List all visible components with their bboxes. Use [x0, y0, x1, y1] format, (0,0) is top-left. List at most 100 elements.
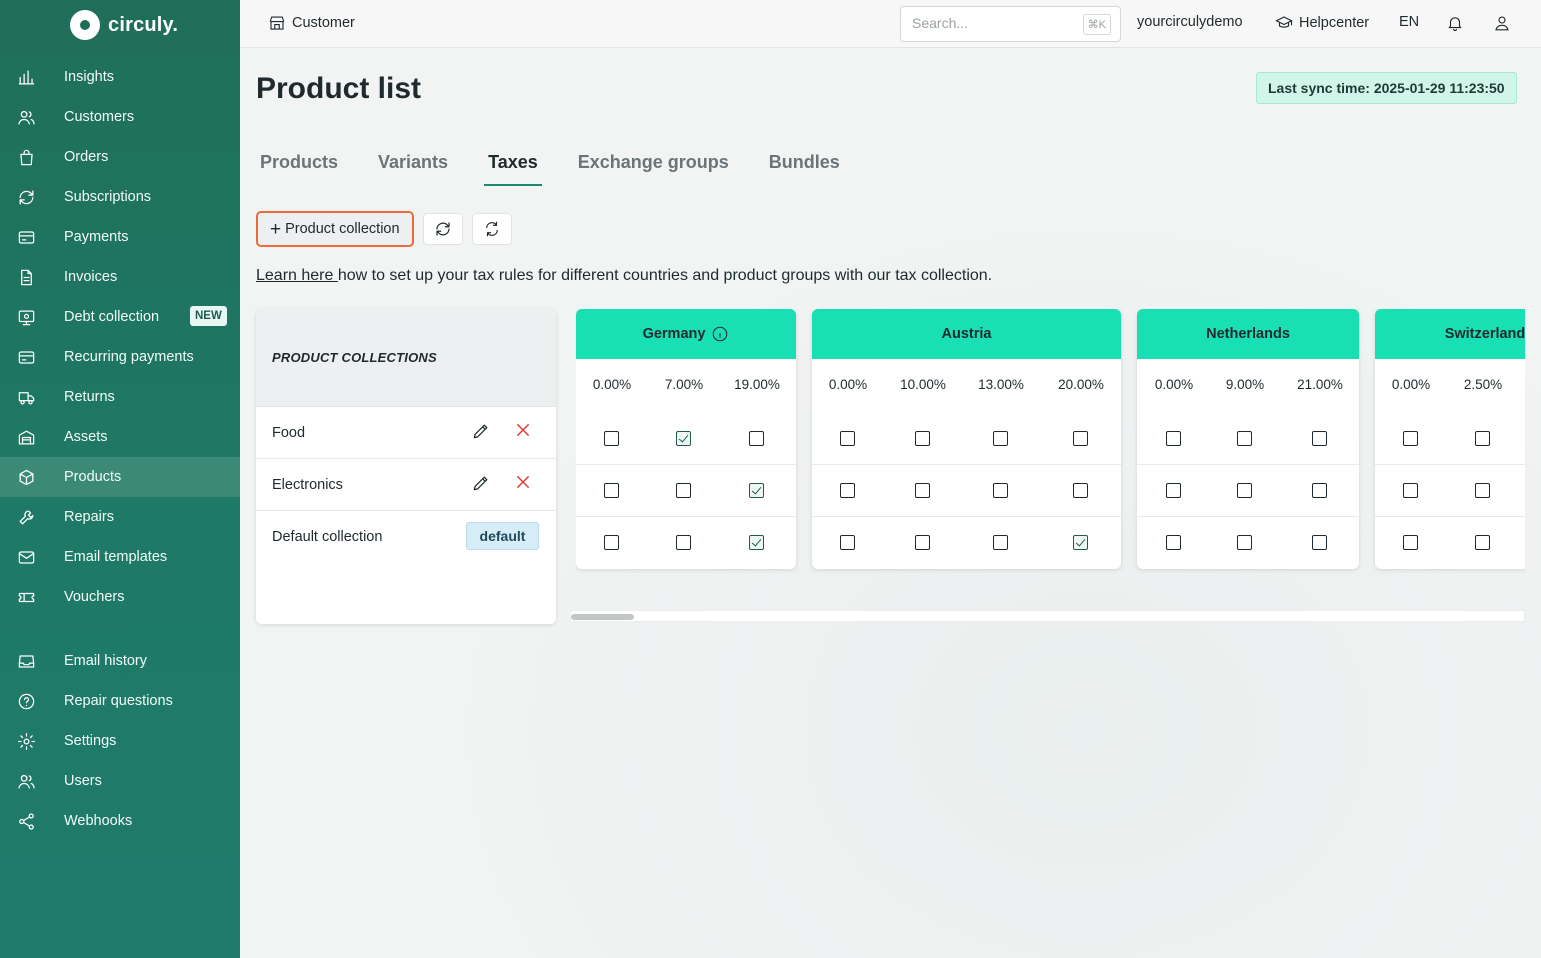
breadcrumb[interactable]: Customer: [268, 14, 355, 32]
sidebar-item-repair-questions[interactable]: Repair questions: [0, 681, 240, 721]
sync-button[interactable]: [422, 213, 463, 245]
tax-rates-row: 0.00% 9.00% 21.00%: [1137, 359, 1359, 411]
user-menu-button[interactable]: [1493, 14, 1511, 32]
tax-rate-checkbox[interactable]: [1312, 535, 1327, 550]
search-box[interactable]: ⌘K: [900, 6, 1121, 42]
tab-products[interactable]: Products: [256, 144, 342, 186]
sidebar-item-customers[interactable]: Customers: [0, 97, 240, 137]
tax-rate-checkbox[interactable]: [676, 431, 691, 446]
edit-collection-button[interactable]: [471, 473, 493, 495]
helpcenter-link[interactable]: Helpcenter: [1275, 14, 1369, 32]
tab-bundles[interactable]: Bundles: [765, 144, 844, 186]
sidebar-item-repairs[interactable]: Repairs: [0, 497, 240, 537]
tax-rate-checkbox[interactable]: [993, 535, 1008, 550]
tax-rate-checkbox[interactable]: [915, 535, 930, 550]
horizontal-scrollbar[interactable]: [570, 610, 1525, 622]
sidebar-item-vouchers[interactable]: Vouchers: [0, 577, 240, 617]
tax-rate-checkbox[interactable]: [1403, 535, 1418, 550]
store-icon: [269, 16, 285, 30]
sidebar-item-products[interactable]: Products: [0, 457, 240, 497]
tab-taxes[interactable]: Taxes: [484, 144, 542, 186]
credit-card-icon: [16, 347, 36, 367]
tax-rate-checkbox[interactable]: [840, 431, 855, 446]
tax-rate-checkbox[interactable]: [915, 431, 930, 446]
tax-rate-checkbox[interactable]: [1312, 431, 1327, 446]
delete-collection-button[interactable]: [514, 421, 536, 443]
sidebar-item-label: Recurring payments: [64, 349, 194, 365]
info-icon[interactable]: [711, 325, 729, 343]
delete-collection-button[interactable]: [514, 473, 536, 495]
account-switcher[interactable]: yourcirculydemo: [1137, 14, 1243, 30]
tab-variants[interactable]: Variants: [374, 144, 452, 186]
language-switcher[interactable]: EN: [1399, 14, 1419, 30]
learn-here-link[interactable]: Learn here: [256, 267, 338, 284]
tax-rate-checkbox[interactable]: [1403, 431, 1418, 446]
country-name: Netherlands: [1206, 326, 1290, 342]
tax-rate-checkbox[interactable]: [1475, 431, 1490, 446]
tax-check-row: [576, 465, 796, 517]
sidebar-item-payments[interactable]: Payments: [0, 217, 240, 257]
sidebar-item-settings[interactable]: Settings: [0, 721, 240, 761]
collection-row: Default collection default: [256, 511, 556, 563]
tax-rate-checkbox[interactable]: [604, 535, 619, 550]
resync-button[interactable]: [471, 213, 512, 245]
circuly-logo-icon: [70, 10, 100, 40]
scrollbar-thumb[interactable]: [571, 614, 634, 620]
tax-rate-checkbox[interactable]: [749, 535, 764, 550]
tax-rate-checkbox[interactable]: [1403, 483, 1418, 498]
add-product-collection-label: Product collection: [285, 221, 400, 237]
edit-collection-button[interactable]: [471, 421, 493, 443]
document-icon: [16, 267, 36, 287]
tax-rate-checkbox[interactable]: [749, 431, 764, 446]
sidebar-item-debt-collection[interactable]: Debt collection NEW: [0, 297, 240, 337]
tax-rate-checkbox[interactable]: [915, 483, 930, 498]
sidebar-item-subscriptions[interactable]: Subscriptions: [0, 177, 240, 217]
tax-rate-checkbox[interactable]: [840, 483, 855, 498]
tax-rate-checkbox[interactable]: [840, 535, 855, 550]
tax-rate-checkbox[interactable]: [1475, 535, 1490, 550]
sidebar-item-users[interactable]: Users: [0, 761, 240, 801]
product-collections-list: Food Electronics Default collection default: [256, 407, 556, 563]
sidebar-item-recurring-payments[interactable]: Recurring payments: [0, 337, 240, 377]
sidebar-item-email-templates[interactable]: Email templates: [0, 537, 240, 577]
brand-logo[interactable]: circuly.: [70, 10, 178, 40]
tab-exchange-groups[interactable]: Exchange groups: [574, 144, 733, 186]
tax-rate-checkbox[interactable]: [1166, 431, 1181, 446]
tax-rate-checkbox[interactable]: [1237, 483, 1252, 498]
sidebar-item-invoices[interactable]: Invoices: [0, 257, 240, 297]
tax-rate-checkbox[interactable]: [1237, 535, 1252, 550]
sidebar-item-webhooks[interactable]: Webhooks: [0, 801, 240, 841]
sidebar-divider: [0, 617, 240, 641]
tax-rate-checkbox[interactable]: [749, 483, 764, 498]
tax-rate-checkbox[interactable]: [676, 535, 691, 550]
tax-rate-checkbox[interactable]: [1475, 483, 1490, 498]
tax-rate-checkbox[interactable]: [1073, 431, 1088, 446]
sidebar-item-insights[interactable]: Insights: [0, 57, 240, 97]
tax-rate-checkbox[interactable]: [1312, 483, 1327, 498]
sidebar-item-returns[interactable]: Returns: [0, 377, 240, 417]
sync-status-badge: Last sync time: 2025-01-29 11:23:50: [1256, 72, 1517, 104]
collection-name: Food: [272, 424, 306, 441]
sidebar-item-label: Debt collection: [64, 309, 160, 325]
warehouse-icon: [16, 427, 36, 447]
tax-rate-checkbox[interactable]: [604, 431, 619, 446]
truck-icon: [16, 387, 36, 407]
bell-icon: [1448, 17, 1462, 31]
search-input[interactable]: [912, 15, 1072, 31]
tax-rate-checkbox[interactable]: [1166, 535, 1181, 550]
country-tax-cards: Germany 0.00% 7.00% 19.00% Austria 0.00% 10.00…: [576, 309, 1525, 609]
tax-rate-checkbox[interactable]: [1237, 431, 1252, 446]
tax-rate-checkbox[interactable]: [1073, 483, 1088, 498]
tax-rate-checkbox[interactable]: [993, 431, 1008, 446]
sidebar-item-orders[interactable]: Orders: [0, 137, 240, 177]
notifications-button[interactable]: [1446, 14, 1464, 32]
sidebar-item-email-history[interactable]: Email history: [0, 641, 240, 681]
tax-rate-checkbox[interactable]: [1073, 535, 1088, 550]
tax-rate-checkbox[interactable]: [1166, 483, 1181, 498]
tax-rate-checkbox[interactable]: [993, 483, 1008, 498]
country-header: Austria: [812, 309, 1121, 359]
sidebar-item-assets[interactable]: Assets: [0, 417, 240, 457]
tax-rate-checkbox[interactable]: [604, 483, 619, 498]
tax-rate-checkbox[interactable]: [676, 483, 691, 498]
add-product-collection-button[interactable]: + Product collection: [256, 211, 414, 247]
